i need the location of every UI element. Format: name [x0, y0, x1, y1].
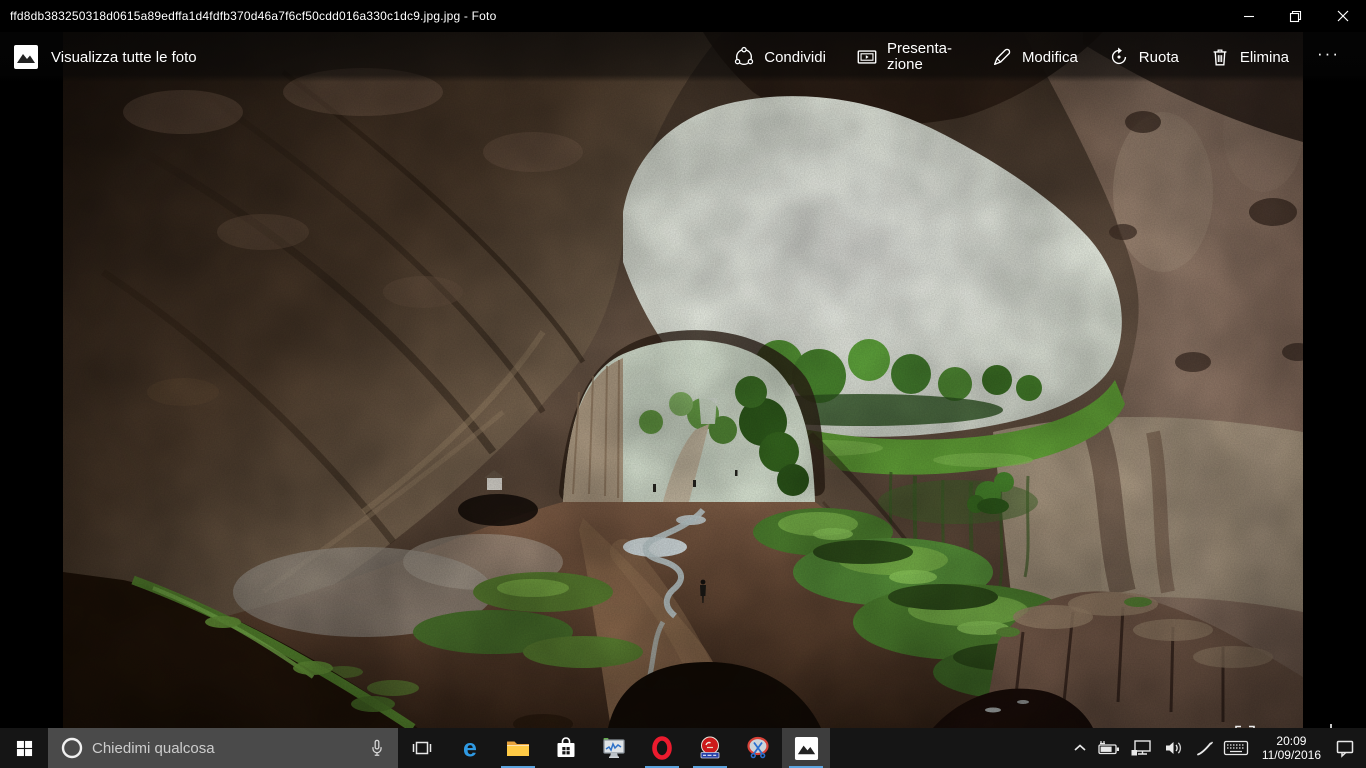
- start-button[interactable]: [0, 728, 48, 768]
- titlebar: ffd8db383250318d0615a89edffa1d4fdfb370d4…: [0, 0, 1366, 32]
- photos-app-icon: [13, 44, 39, 70]
- share-icon: [733, 46, 755, 68]
- action-center-button[interactable]: [1334, 738, 1356, 758]
- speaker-icon: [1163, 739, 1185, 757]
- taskbar-app-snipping-tool[interactable]: [734, 728, 782, 768]
- svg-text:e: e: [463, 735, 477, 761]
- edge-icon: e: [457, 735, 483, 761]
- photos-app-icon: [794, 736, 819, 761]
- slideshow-label: Presenta-zione: [887, 41, 961, 73]
- close-icon: [1337, 10, 1349, 22]
- see-more-button[interactable]: ···: [1311, 40, 1350, 74]
- system-monitor-icon: [601, 735, 627, 761]
- network-status[interactable]: [1130, 739, 1154, 757]
- rotate-icon: [1108, 46, 1130, 68]
- cave-photo-image: [63, 32, 1303, 728]
- opera-icon: [649, 735, 675, 761]
- taskbar-app-money-app[interactable]: [686, 728, 734, 768]
- money-app-icon: [697, 735, 723, 761]
- chevron-up-icon: [1072, 740, 1088, 756]
- taskbar-app-file-explorer[interactable]: [494, 728, 542, 768]
- slideshow-button[interactable]: Presenta-zione: [848, 37, 969, 77]
- close-button[interactable]: [1319, 0, 1366, 32]
- photo-viewer-stage: [0, 32, 1366, 728]
- ethernet-network-icon: [1130, 739, 1154, 757]
- edit-pencil-icon: [991, 46, 1013, 68]
- file-explorer-icon: [505, 735, 531, 761]
- battery-status[interactable]: [1097, 740, 1121, 756]
- taskbar-app-store[interactable]: [542, 728, 590, 768]
- keyboard-icon: [1223, 740, 1249, 756]
- clock-time: 20:09: [1276, 734, 1306, 748]
- cortana-search-box[interactable]: [48, 728, 398, 768]
- view-all-photos-label: Visualizza tutte le foto: [51, 49, 197, 66]
- minimize-button[interactable]: [1225, 0, 1272, 32]
- taskbar-app-edge[interactable]: e: [446, 728, 494, 768]
- photos-command-bar: Visualizza tutte le foto Condividi Prese: [0, 32, 1366, 82]
- tray-expand-button[interactable]: [1072, 740, 1088, 756]
- cave-photo: [63, 32, 1303, 728]
- system-tray: 20:09 11/09/2016: [1072, 728, 1366, 768]
- desktop-screen: ffd8db383250318d0615a89edffa1d4fdfb370d4…: [0, 0, 1366, 768]
- taskbar-app-photos[interactable]: [782, 728, 830, 768]
- touch-keyboard-button[interactable]: [1223, 740, 1249, 756]
- task-view-button[interactable]: [398, 728, 446, 768]
- action-center-icon: [1334, 738, 1356, 758]
- microphone-icon[interactable]: [368, 738, 386, 758]
- clock[interactable]: 20:09 11/09/2016: [1258, 734, 1325, 762]
- delete-trash-icon: [1209, 46, 1231, 68]
- share-button[interactable]: Condividi: [725, 42, 834, 72]
- taskbar: e: [0, 728, 1366, 768]
- slideshow-icon: [856, 46, 878, 68]
- delete-label: Elimina: [1240, 49, 1289, 66]
- rotate-button[interactable]: Ruota: [1100, 42, 1187, 72]
- command-group: Condividi Presenta-zione Modifica: [725, 37, 1350, 77]
- pen-settings[interactable]: [1194, 738, 1214, 758]
- clock-date: 11/09/2016: [1262, 748, 1321, 762]
- taskbar-app-opera[interactable]: [638, 728, 686, 768]
- battery-charging-icon: [1097, 740, 1121, 756]
- view-all-photos-button[interactable]: Visualizza tutte le foto: [13, 44, 197, 70]
- delete-button[interactable]: Elimina: [1201, 42, 1297, 72]
- restore-icon: [1289, 10, 1302, 23]
- minimize-icon: [1243, 10, 1255, 22]
- taskbar-apps: e: [398, 728, 830, 768]
- window-title: ffd8db383250318d0615a89edffa1d4fdfb370d4…: [10, 0, 496, 32]
- store-icon: [553, 735, 579, 761]
- cortana-icon: [61, 737, 83, 759]
- snipping-tool-icon: [745, 735, 771, 761]
- volume-status[interactable]: [1163, 739, 1185, 757]
- rotate-label: Ruota: [1139, 49, 1179, 66]
- restore-button[interactable]: [1272, 0, 1319, 32]
- edit-label: Modifica: [1022, 49, 1078, 66]
- search-input[interactable]: [92, 740, 332, 757]
- task-view-icon: [412, 738, 432, 758]
- taskbar-app-system-monitor[interactable]: [590, 728, 638, 768]
- share-label: Condividi: [764, 49, 826, 66]
- windows-logo-icon: [16, 740, 33, 757]
- pen-icon: [1194, 738, 1214, 758]
- edit-button[interactable]: Modifica: [983, 42, 1086, 72]
